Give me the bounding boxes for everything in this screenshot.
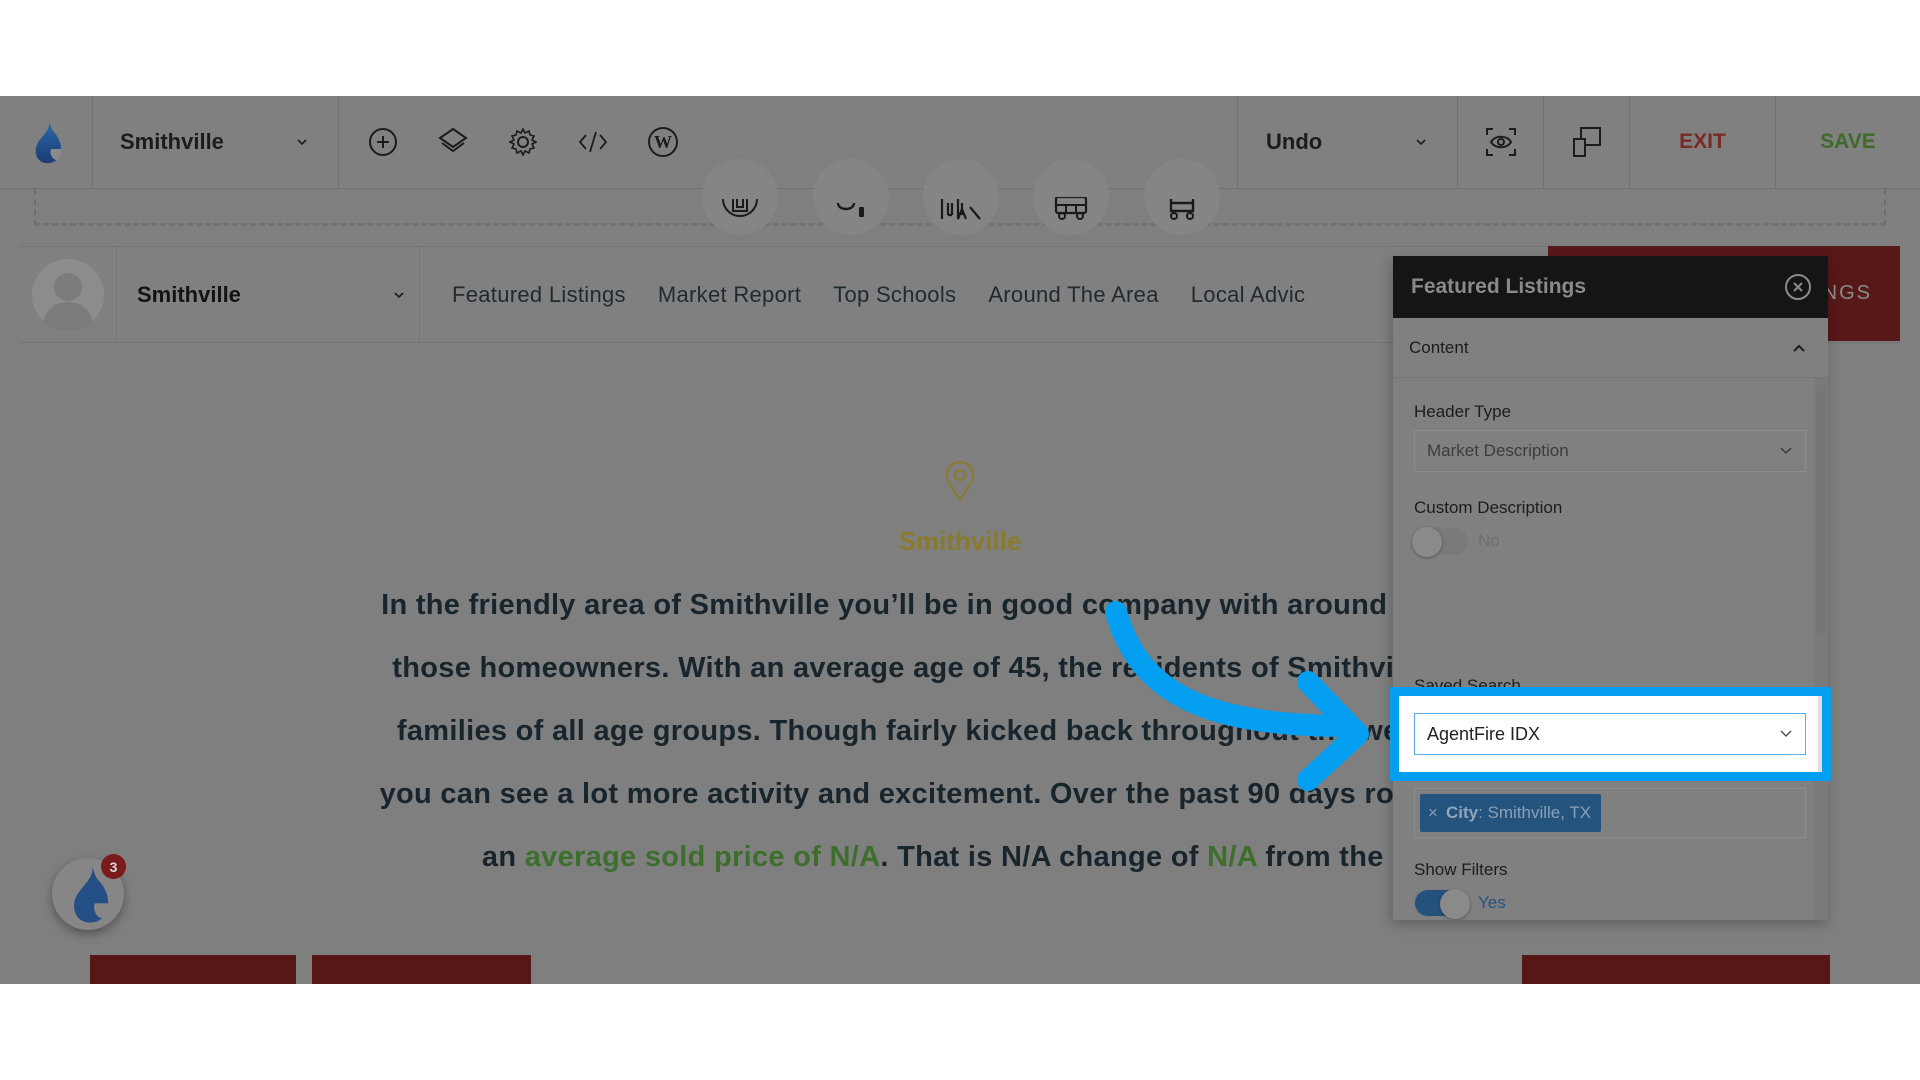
add-icon <box>369 128 397 156</box>
category-home-value[interactable] <box>702 159 778 235</box>
category-transit[interactable] <box>1033 159 1109 235</box>
code-button[interactable] <box>569 118 617 166</box>
description-text: you can see a lot more activity and exci… <box>379 778 1541 810</box>
save-label: SAVE <box>1820 130 1876 153</box>
show-filters-toggle-row: Yes <box>1414 888 1806 919</box>
custom-description-label: Custom Description <box>1414 498 1563 517</box>
highlighted-stat: N/A <box>1207 841 1257 873</box>
wordpress-button[interactable]: W <box>639 118 687 166</box>
chevron-up-icon <box>1793 344 1805 352</box>
category-shopping[interactable] <box>1144 159 1220 235</box>
panel-title: Featured Listings <box>1411 275 1587 298</box>
site-nav-links: Featured Listings Market Report Top Scho… <box>420 247 1305 342</box>
highlighted-stat: average sold price of N/A <box>524 841 881 873</box>
description-text: . That is N/A change of <box>880 841 1208 873</box>
preview-eye-icon <box>1485 128 1516 156</box>
page-overlay: Smithville W Undo EXIT SAVE Smithville F… <box>0 96 1920 984</box>
content-button-1[interactable] <box>90 955 296 984</box>
agent-avatar[interactable] <box>20 247 117 342</box>
source-select[interactable]: AgentFire IDX <box>1414 713 1806 755</box>
description-text: an <box>481 841 525 873</box>
add-element-button[interactable] <box>359 118 407 166</box>
content-section-toggle[interactable]: Content <box>1393 318 1828 378</box>
flame-logo-icon <box>35 121 61 164</box>
category-bbq[interactable] <box>813 159 889 235</box>
site-selector[interactable]: Smithville <box>93 96 339 188</box>
site-selector-label: Smithville <box>120 129 224 154</box>
notification-badge: 3 <box>101 854 126 879</box>
code-icon <box>578 131 608 153</box>
area-chip-text: City: Smithville, TX <box>1445 803 1592 822</box>
panel-scrollbar-segment <box>1818 696 1822 772</box>
custom-description-toggle-row: No <box>1412 526 1806 557</box>
settings-button[interactable] <box>499 118 547 166</box>
show-filters-state: Yes <box>1478 893 1506 912</box>
city-icon <box>940 199 981 220</box>
header-type-select[interactable]: Market Description <box>1414 430 1806 472</box>
close-icon[interactable] <box>1784 273 1812 301</box>
chevron-down-icon <box>394 291 404 298</box>
bbq-icon <box>836 203 864 217</box>
nav-link-featured-listings[interactable]: Featured Listings <box>452 282 626 308</box>
undo-dropdown[interactable]: Undo <box>1238 96 1458 188</box>
location-pin-icon <box>945 461 975 502</box>
layers-icon <box>438 127 468 153</box>
preview-button[interactable] <box>1458 96 1544 188</box>
exit-button[interactable]: EXIT <box>1630 96 1776 188</box>
select-areas-input[interactable]: × City: Smithville, TX <box>1414 788 1806 838</box>
category-city[interactable] <box>923 159 999 235</box>
description-text: In the friendly area of Smithville you’l… <box>381 589 1454 621</box>
nav-link-market-report[interactable]: Market Report <box>658 282 801 308</box>
header-type-label: Header Type <box>1414 402 1512 421</box>
user-avatar-icon <box>32 258 104 331</box>
responsive-devices-icon <box>1572 127 1601 157</box>
chevron-down-icon <box>1780 730 1792 738</box>
wordpress-icon: W <box>648 127 678 157</box>
panel-header: Featured Listings <box>1393 256 1828 318</box>
content-button-3[interactable] <box>1522 955 1830 984</box>
content-button-2[interactable] <box>312 955 531 984</box>
show-filters-label: Show Filters <box>1414 860 1508 879</box>
custom-description-toggle[interactable] <box>1412 527 1468 557</box>
undo-label: Undo <box>1266 129 1323 154</box>
listings-cta-label: NGS <box>1822 282 1872 304</box>
home-value-icon <box>722 199 758 217</box>
chevron-down-icon <box>1416 139 1426 146</box>
toolbar-icon-group: W <box>339 96 1238 188</box>
community-selector[interactable]: Smithville <box>117 247 420 342</box>
custom-description-state: No <box>1478 531 1500 550</box>
show-filters-toggle[interactable] <box>1414 889 1470 919</box>
section-label: Content <box>1409 337 1469 357</box>
header-type-value: Market Description <box>1427 441 1569 460</box>
community-selector-label: Smithville <box>137 281 241 307</box>
chevron-down-icon <box>1780 447 1792 455</box>
panel-body: Header Type Market Description Custom De… <box>1393 378 1828 919</box>
save-button[interactable]: SAVE <box>1776 96 1920 188</box>
bus-icon <box>1054 197 1088 220</box>
nav-link-top-schools[interactable]: Top Schools <box>833 282 956 308</box>
nav-link-around-the-area[interactable]: Around The Area <box>988 282 1158 308</box>
source-value: AgentFire IDX <box>1427 723 1541 744</box>
svg-text:W: W <box>654 132 672 152</box>
responsive-view-button[interactable] <box>1544 96 1630 188</box>
nav-link-local-advice[interactable]: Local Advic <box>1191 282 1306 308</box>
exit-label: EXIT <box>1679 130 1726 153</box>
area-chip: × City: Smithville, TX <box>1420 794 1602 832</box>
settings-icon <box>508 127 538 157</box>
remove-chip-icon[interactable]: × <box>1428 803 1438 823</box>
layers-button[interactable] <box>429 118 477 166</box>
agentfire-logo[interactable] <box>0 96 93 188</box>
chevron-down-icon <box>297 139 307 146</box>
description-text: those homeowners. With an average age of… <box>392 652 1528 684</box>
description-text: families of all age groups. Though fairl… <box>396 715 1524 747</box>
cart-icon <box>1169 199 1195 220</box>
featured-listings-panel: Featured Listings Content Header Type Ma… <box>1393 256 1828 920</box>
